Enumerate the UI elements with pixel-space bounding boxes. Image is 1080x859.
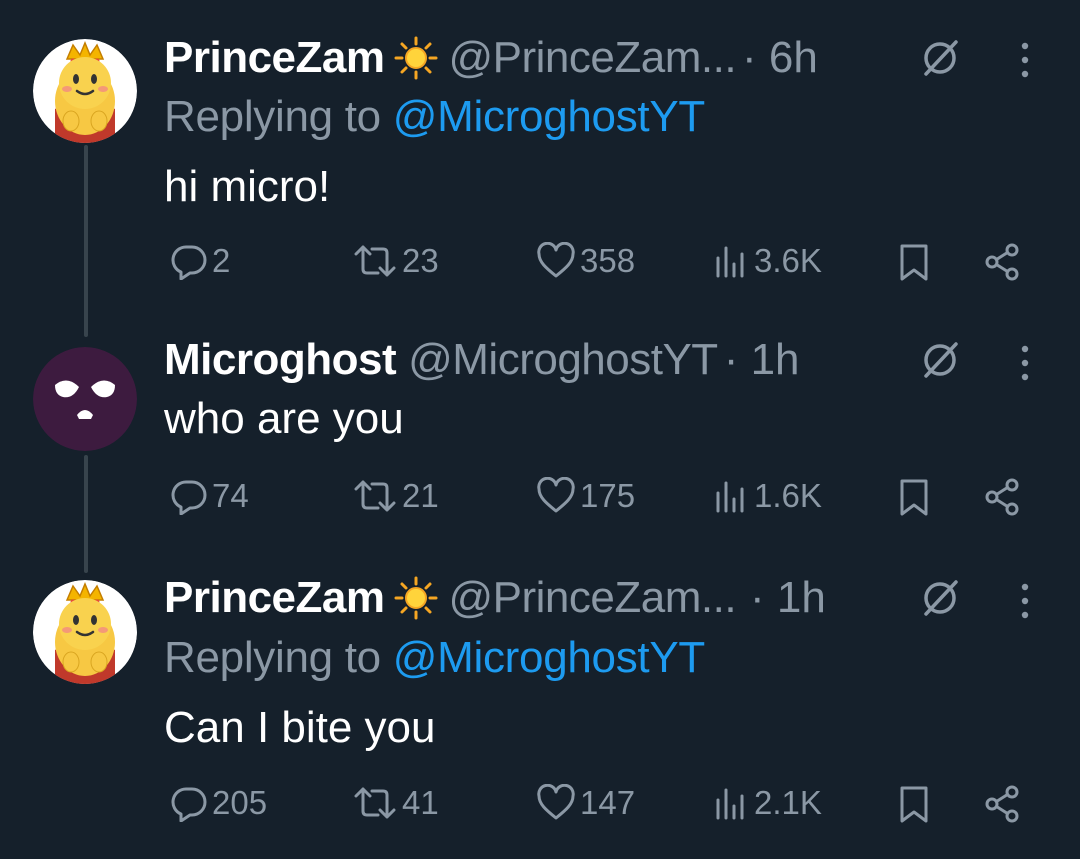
like-count: 175 xyxy=(580,477,636,514)
bookmark-button[interactable] xyxy=(895,784,933,824)
retweet-icon xyxy=(354,480,396,512)
reply-button[interactable]: 205 xyxy=(170,784,267,822)
bookmark-icon xyxy=(900,479,928,516)
like-count: 358 xyxy=(580,242,636,279)
bookmark-icon xyxy=(900,786,928,823)
view-count: 1.6K xyxy=(754,477,822,514)
like-button[interactable]: 358 xyxy=(536,242,635,280)
tweet-text: Can I bite you xyxy=(164,703,436,752)
thread-connector xyxy=(84,145,88,337)
reply-icon xyxy=(171,787,207,822)
views-button[interactable]: 2.1K xyxy=(712,784,822,822)
handle[interactable]: @MicroghostYT xyxy=(408,335,718,385)
mention-link[interactable]: @MicroghostYT xyxy=(393,633,705,682)
sun-icon xyxy=(394,36,438,80)
like-count: 147 xyxy=(580,784,636,821)
heart-icon xyxy=(537,784,575,820)
display-name[interactable]: Microghost xyxy=(164,335,397,385)
views-icon xyxy=(716,246,744,278)
view-count: 2.1K xyxy=(754,784,822,821)
action-bar: 2 23 358 3.6K xyxy=(0,242,1080,292)
like-button[interactable]: 147 xyxy=(536,784,635,822)
share-button[interactable] xyxy=(982,242,1022,282)
share-button[interactable] xyxy=(982,784,1022,824)
view-count: 3.6K xyxy=(754,242,822,279)
heart-icon xyxy=(537,242,575,278)
replying-to-label: Replying to xyxy=(164,92,381,141)
timestamp[interactable]: · 1h xyxy=(750,573,826,623)
heart-icon xyxy=(537,477,575,513)
share-icon xyxy=(985,243,1019,281)
retweet-button[interactable]: 41 xyxy=(352,784,439,822)
tweet-text: who are you xyxy=(164,394,404,443)
retweet-button[interactable]: 23 xyxy=(352,242,439,280)
reply-icon xyxy=(171,480,207,515)
retweet-count: 21 xyxy=(402,477,439,514)
avatar[interactable] xyxy=(33,39,137,143)
crowned-bear-avatar-icon xyxy=(33,39,137,143)
retweet-icon xyxy=(354,787,396,819)
action-bar: 205 41 147 2.1K xyxy=(0,784,1080,834)
bookmark-button[interactable] xyxy=(895,477,933,517)
bookmark-icon xyxy=(900,244,928,281)
grok-icon[interactable] xyxy=(918,36,962,80)
share-icon xyxy=(985,785,1019,823)
sad-ghost-avatar-icon xyxy=(33,347,137,451)
avatar[interactable] xyxy=(33,347,137,451)
timestamp[interactable]: · 1h xyxy=(724,335,800,385)
views-icon xyxy=(716,481,744,513)
display-name[interactable]: PrinceZam xyxy=(164,33,385,83)
tweet-text: hi micro! xyxy=(164,162,331,211)
retweet-icon xyxy=(354,245,396,277)
retweet-button[interactable]: 21 xyxy=(352,477,439,515)
share-icon xyxy=(985,478,1019,516)
reply-count: 74 xyxy=(212,477,249,514)
handle[interactable]: @PrinceZam... xyxy=(448,33,736,83)
replying-to: Replying to @MicroghostYT xyxy=(164,92,705,142)
share-button[interactable] xyxy=(982,477,1022,517)
reply-icon xyxy=(171,245,207,280)
grok-icon[interactable] xyxy=(918,576,962,620)
views-button[interactable]: 3.6K xyxy=(712,242,822,280)
timestamp[interactable]: · 6h xyxy=(742,33,818,83)
action-bar: 74 21 175 1.6K xyxy=(0,477,1080,527)
replying-to-label: Replying to xyxy=(164,633,381,682)
avatar[interactable] xyxy=(33,580,137,684)
retweet-count: 41 xyxy=(402,784,439,821)
crowned-bear-avatar-icon xyxy=(33,580,137,684)
more-options-icon[interactable] xyxy=(1015,581,1035,621)
retweet-count: 23 xyxy=(402,242,439,279)
bookmark-button[interactable] xyxy=(895,242,933,282)
replying-to: Replying to @MicroghostYT xyxy=(164,633,705,683)
like-button[interactable]: 175 xyxy=(536,477,635,515)
sun-icon xyxy=(394,576,438,620)
views-button[interactable]: 1.6K xyxy=(712,477,822,515)
reply-button[interactable]: 2 xyxy=(170,242,230,280)
more-options-icon[interactable] xyxy=(1015,40,1035,80)
more-options-icon[interactable] xyxy=(1015,343,1035,383)
views-icon xyxy=(716,788,744,820)
display-name[interactable]: PrinceZam xyxy=(164,573,385,623)
reply-button[interactable]: 74 xyxy=(170,477,249,515)
reply-count: 2 xyxy=(212,242,231,279)
handle[interactable]: @PrinceZam... xyxy=(448,573,736,623)
mention-link[interactable]: @MicroghostYT xyxy=(393,92,705,141)
reply-count: 205 xyxy=(212,784,268,821)
grok-icon[interactable] xyxy=(918,338,962,382)
